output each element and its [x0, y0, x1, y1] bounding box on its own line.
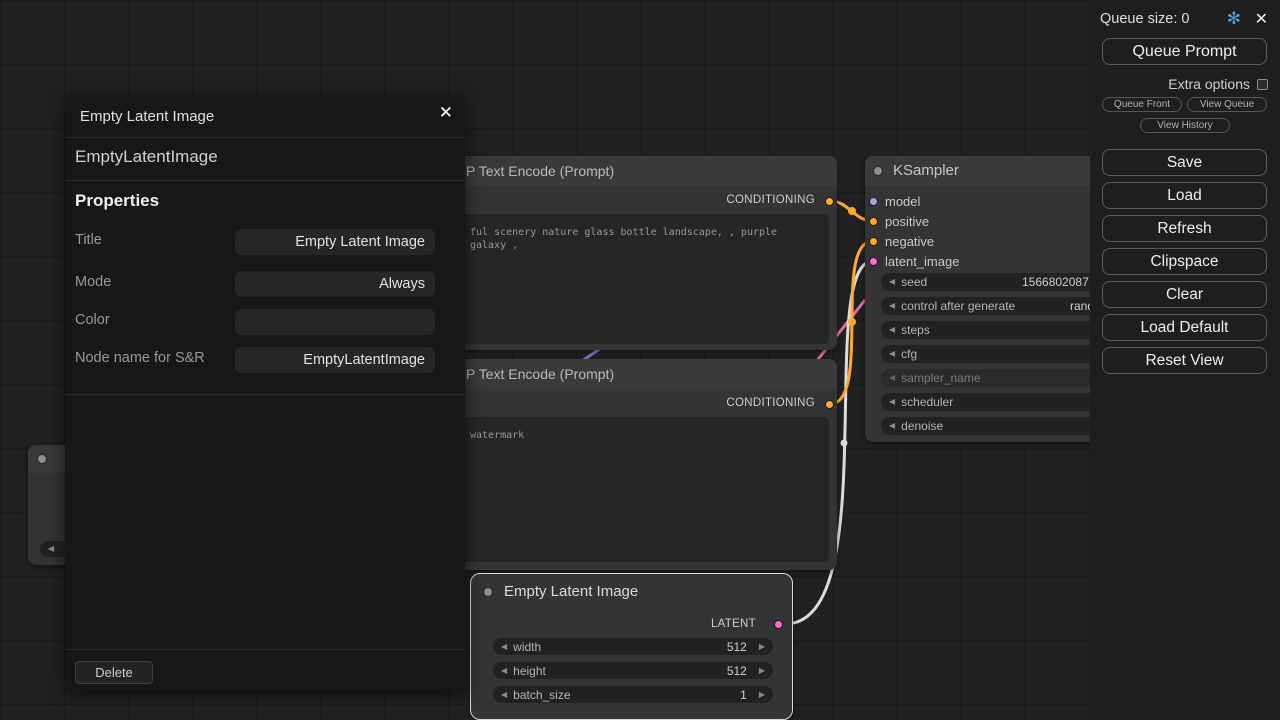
node-type-label: EmptyLatentImage: [75, 147, 218, 167]
comfy-settings-icon[interactable]: ✻: [1227, 9, 1241, 29]
refresh-button[interactable]: Refresh: [1102, 215, 1267, 242]
output-label: LATENT: [711, 618, 756, 630]
arrow-left-icon[interactable]: ◀: [889, 350, 895, 358]
arrow-left-icon[interactable]: ◀: [889, 302, 895, 310]
arrow-left-icon[interactable]: ◀: [501, 691, 507, 699]
latent-input-slot[interactable]: [869, 257, 878, 266]
widget-name: sampler_name: [901, 371, 980, 385]
widget-name: batch_size: [513, 688, 570, 702]
input-latent-image[interactable]: latent_image: [869, 253, 959, 269]
arrow-left-icon[interactable]: ◀: [889, 326, 895, 334]
widget-value: 1: [740, 688, 747, 702]
arrow-left-icon[interactable]: ◀: [889, 374, 895, 382]
node-properties-dialog: Empty Latent Image ✕ EmptyLatentImage Pr…: [65, 95, 465, 690]
input-positive[interactable]: positive: [869, 213, 929, 229]
close-icon[interactable]: ✕: [1255, 9, 1268, 29]
delete-button[interactable]: Delete: [75, 661, 153, 684]
clip-text-encode-positive-node[interactable]: P Text Encode (Prompt) CONDITIONING ful …: [440, 156, 837, 350]
widget-name: seed: [901, 275, 927, 289]
arrow-left-icon[interactable]: ◀: [889, 278, 895, 286]
output-label: CONDITIONING: [726, 397, 815, 409]
queue-prompt-button[interactable]: Queue Prompt: [1102, 38, 1267, 65]
arrow-right-icon[interactable]: ▶: [759, 691, 765, 699]
widget-name: control after generate: [901, 299, 1015, 313]
input-negative[interactable]: negative: [869, 233, 934, 249]
collapse-dot-icon[interactable]: [873, 166, 883, 176]
wire-dot: [848, 318, 856, 326]
widget-name: width: [513, 640, 541, 654]
queue-size-label: Queue size: 0: [1100, 11, 1189, 27]
divider: [65, 649, 465, 650]
close-icon[interactable]: ✕: [439, 103, 453, 123]
properties-heading: Properties: [75, 191, 159, 211]
extra-options-label: Extra options: [1168, 76, 1250, 92]
comfy-menu-panel: Queue size: 0 ✻ ✕ Queue Prompt Extra opt…: [1090, 0, 1280, 720]
node-title-bar[interactable]: Empty Latent Image: [471, 574, 792, 610]
divider: [65, 137, 465, 138]
divider: [65, 394, 465, 395]
collapse-dot-icon[interactable]: [37, 454, 47, 464]
arrow-left-icon[interactable]: ◀: [501, 643, 507, 651]
save-button[interactable]: Save: [1102, 149, 1267, 176]
widget-value: 1566802087: [1022, 275, 1089, 289]
input-label: negative: [885, 234, 934, 249]
mode-field-label: Mode: [75, 274, 111, 290]
title-field-input[interactable]: Empty Latent Image: [235, 229, 435, 255]
prompt-textarea[interactable]: watermark: [446, 417, 829, 562]
conditioning-output-slot[interactable]: [825, 197, 834, 206]
batch-size-widget[interactable]: ◀ batch_size 1 ▶: [493, 686, 773, 703]
input-label: model: [885, 194, 920, 209]
node-title-bar[interactable]: P Text Encode (Prompt): [440, 156, 837, 186]
wire-dot: [848, 207, 856, 215]
input-label: latent_image: [885, 254, 959, 269]
color-field-label: Color: [75, 312, 110, 328]
widget-name: scheduler: [901, 395, 953, 409]
dialog-title: Empty Latent Image: [80, 108, 214, 125]
sr-name-field-input[interactable]: EmptyLatentImage: [235, 347, 435, 373]
arrow-left-icon[interactable]: ◀: [48, 545, 54, 553]
widget-name: denoise: [901, 419, 943, 433]
height-widget[interactable]: ◀ height 512 ▶: [493, 662, 773, 679]
wire-dot: [841, 440, 848, 447]
widget-name: steps: [901, 323, 930, 337]
view-history-button[interactable]: View History: [1140, 118, 1230, 133]
arrow-left-icon[interactable]: ◀: [501, 667, 507, 675]
load-button[interactable]: Load: [1102, 182, 1267, 209]
load-default-button[interactable]: Load Default: [1102, 314, 1267, 341]
title-field-label: Title: [75, 232, 102, 248]
arrow-left-icon[interactable]: ◀: [889, 422, 895, 430]
output-label: CONDITIONING: [726, 194, 815, 206]
arrow-left-icon[interactable]: ◀: [889, 398, 895, 406]
clear-button[interactable]: Clear: [1102, 281, 1267, 308]
sr-name-field-label: Node name for S&R: [75, 350, 205, 366]
color-field-input[interactable]: [235, 309, 435, 335]
divider: [65, 180, 465, 181]
negative-input-slot[interactable]: [869, 237, 878, 246]
empty-latent-image-node[interactable]: Empty Latent Image LATENT ◀ width 512 ▶ …: [470, 573, 793, 720]
widget-name: height: [513, 664, 546, 678]
widget-value: 512: [727, 640, 747, 654]
extra-options-row: Extra options: [1102, 76, 1268, 92]
reset-view-button[interactable]: Reset View: [1102, 347, 1267, 374]
queue-front-button[interactable]: Queue Front: [1102, 97, 1182, 112]
clip-text-encode-negative-node[interactable]: P Text Encode (Prompt) CONDITIONING wate…: [440, 359, 837, 570]
positive-input-slot[interactable]: [869, 217, 878, 226]
collapse-dot-icon[interactable]: [483, 587, 493, 597]
arrow-right-icon[interactable]: ▶: [759, 667, 765, 675]
prompt-textarea[interactable]: ful scenery nature glass bottle landscap…: [446, 214, 829, 344]
width-widget[interactable]: ◀ width 512 ▶: [493, 638, 773, 655]
clipspace-button[interactable]: Clipspace: [1102, 248, 1267, 275]
conditioning-output-slot[interactable]: [825, 400, 834, 409]
extra-options-checkbox[interactable]: [1257, 79, 1268, 90]
widget-value: 512: [727, 664, 747, 678]
arrow-right-icon[interactable]: ▶: [759, 643, 765, 651]
model-input-slot[interactable]: [869, 197, 878, 206]
node-title-bar[interactable]: P Text Encode (Prompt): [440, 359, 837, 389]
input-model[interactable]: model: [869, 193, 920, 209]
latent-output-slot[interactable]: [774, 620, 783, 629]
widget-name: cfg: [901, 347, 917, 361]
view-queue-button[interactable]: View Queue: [1187, 97, 1267, 112]
input-label: positive: [885, 214, 929, 229]
mode-field-input[interactable]: Always: [235, 271, 435, 297]
